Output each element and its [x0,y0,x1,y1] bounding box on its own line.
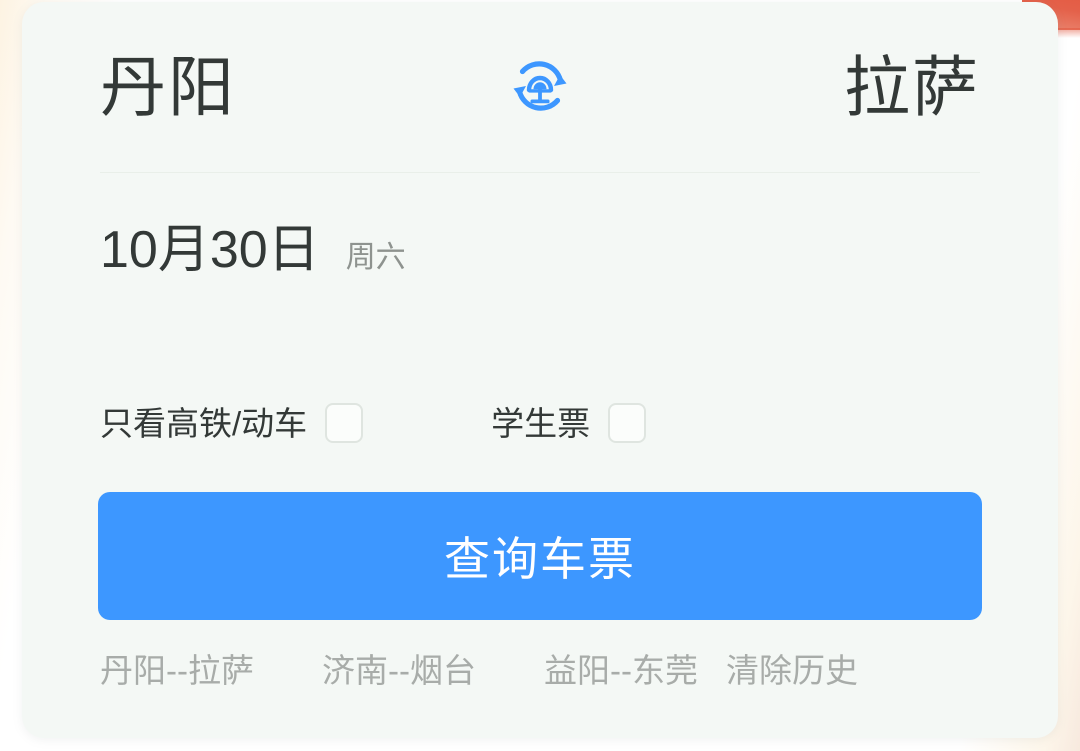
option-student-ticket-checkbox[interactable] [608,403,647,443]
date-value: 10月30日 [100,221,320,279]
history-item[interactable]: 丹阳--拉萨 [100,654,254,687]
search-history-row: 丹阳--拉萨 济南--烟台 益阳--东莞 清除历史 [100,654,1000,687]
history-item[interactable]: 济南--烟台 [322,654,476,687]
app-root: 丹阳 拉萨 10月30日 周六 只看高铁/动车 学生票 查询车票 丹阳--拉萨 … [0,0,1080,751]
china-railway-swap-icon [504,50,576,125]
header-divider [100,172,980,173]
origin-station[interactable]: 丹阳 [100,54,236,120]
search-tickets-button[interactable]: 查询车票 [98,492,982,620]
destination-station[interactable]: 拉萨 [844,54,980,120]
history-item[interactable]: 益阳--东莞 [544,654,698,687]
option-high-speed-only[interactable]: 只看高铁/动车 [100,403,364,443]
date-weekday: 周六 [345,241,406,274]
date-picker[interactable]: 10月30日 周六 [100,224,406,276]
route-selector-row: 丹阳 拉萨 [22,2,1058,172]
option-high-speed-only-label: 只看高铁/动车 [100,404,308,442]
clear-history-button[interactable]: 清除历史 [726,654,858,687]
option-student-ticket-label: 学生票 [491,404,591,442]
swap-stations-button[interactable] [504,51,576,123]
ticket-search-card: 丹阳 拉萨 10月30日 周六 只看高铁/动车 学生票 查询车票 丹阳--拉萨 … [22,2,1058,738]
option-student-ticket[interactable]: 学生票 [491,403,647,443]
ticket-options-row: 只看高铁/动车 学生票 [100,400,980,446]
option-high-speed-only-checkbox[interactable] [325,403,364,443]
